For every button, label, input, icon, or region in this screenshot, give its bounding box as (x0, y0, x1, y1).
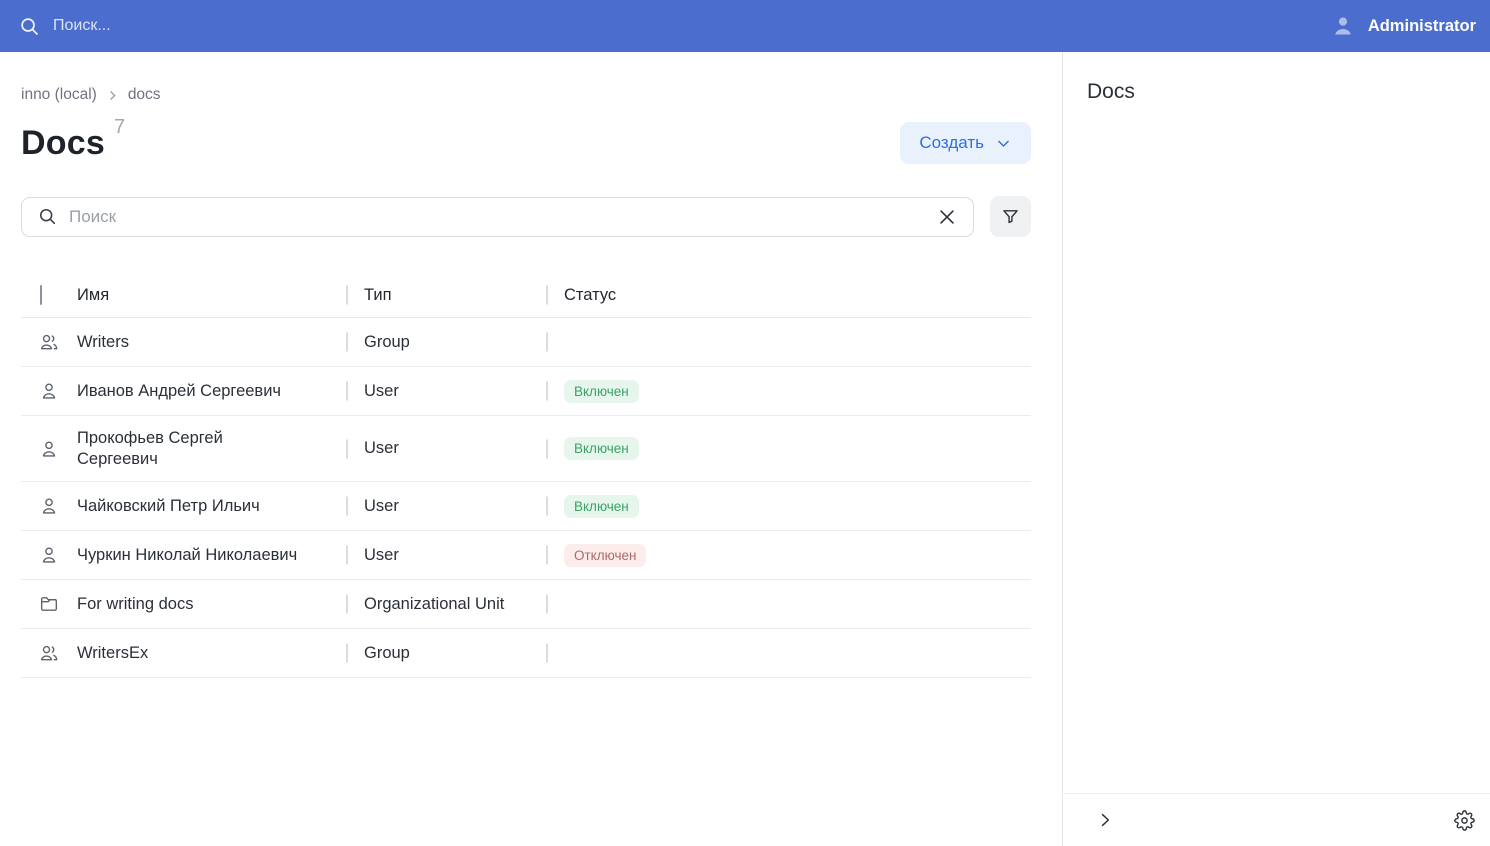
breadcrumb-current[interactable]: docs (128, 86, 161, 104)
search-icon (37, 206, 58, 227)
row-type: User (348, 382, 548, 401)
table-row[interactable]: Чайковский Петр Ильич User Включен (21, 482, 1031, 531)
table-row[interactable]: Иванов Андрей Сергеевич User Включен (21, 367, 1031, 416)
table-row[interactable]: For writing docs Organizational Unit (21, 580, 1031, 629)
user-icon (38, 495, 60, 517)
user-icon (38, 380, 60, 402)
item-count: 7 (114, 116, 125, 138)
filter-button[interactable] (990, 196, 1031, 237)
row-name: WritersEx (77, 631, 348, 676)
row-name: Чайковский Петр Ильич (77, 484, 348, 529)
row-name: For writing docs (77, 582, 348, 627)
table-row[interactable]: WritersEx Group (21, 629, 1031, 678)
global-search[interactable] (18, 15, 1331, 38)
topbar: Administrator (0, 0, 1490, 52)
status-badge: Включен (564, 495, 639, 518)
filter-funnel-icon (1000, 206, 1021, 227)
collapse-panel-button[interactable] (1093, 808, 1117, 832)
status-badge: Включен (564, 437, 639, 460)
chevron-right-icon (1095, 810, 1115, 830)
row-name: Writers (77, 320, 348, 365)
user-avatar-icon (1331, 14, 1355, 38)
column-header-name: Имя (77, 286, 348, 305)
row-type: User (348, 439, 548, 458)
search-icon (18, 15, 41, 38)
breadcrumb-root[interactable]: inno (local) (21, 86, 97, 104)
details-panel-title: Docs (1087, 80, 1466, 104)
gear-icon (1454, 810, 1475, 831)
row-type: User (348, 497, 548, 516)
select-all-checkbox[interactable] (40, 285, 42, 305)
create-button-label: Создать (919, 133, 984, 153)
row-type: Organizational Unit (348, 595, 548, 614)
table-search-input[interactable] (69, 207, 923, 227)
table-row[interactable]: Writers Group (21, 318, 1031, 367)
user-icon (38, 544, 60, 566)
global-search-input[interactable] (53, 17, 473, 35)
column-header-type: Тип (348, 286, 548, 305)
column-header-status: Статус (548, 286, 1031, 305)
details-panel: Docs (1063, 52, 1490, 846)
table-header: Имя Тип Статус (21, 273, 1031, 318)
group-icon (38, 331, 60, 353)
table-search[interactable] (21, 197, 974, 237)
table-row[interactable]: Чуркин Николай Николаевич User Отключен (21, 531, 1031, 580)
status-badge: Отключен (564, 544, 646, 567)
status-badge: Включен (564, 380, 639, 403)
details-panel-footer (1063, 793, 1490, 846)
user-menu[interactable]: Administrator (1331, 14, 1476, 38)
chevron-down-icon (995, 135, 1012, 152)
row-type: Group (348, 333, 548, 352)
row-name: Чуркин Николай Николаевич (77, 533, 348, 578)
group-icon (38, 642, 60, 664)
breadcrumb: inno (local) docs (21, 86, 1031, 104)
create-button[interactable]: Создать (900, 122, 1031, 164)
row-name: Прокофьев Сергей Сергеевич (77, 416, 252, 481)
settings-button[interactable] (1452, 808, 1477, 833)
breadcrumb-chevron-icon (106, 89, 119, 102)
close-icon (936, 206, 958, 228)
row-type: User (348, 546, 548, 565)
main-panel: inno (local) docs Docs7 Создать (0, 52, 1063, 846)
objects-table: Имя Тип Статус Writers Group (21, 273, 1031, 678)
row-type: Group (348, 644, 548, 663)
page-title: Docs7 (21, 124, 125, 163)
row-name: Иванов Андрей Сергеевич (77, 369, 348, 414)
clear-search-button[interactable] (934, 204, 960, 230)
user-icon (38, 438, 60, 460)
table-body: Writers Group Иванов Андрей Сергеевич Us… (21, 318, 1031, 678)
folder-icon (38, 593, 60, 615)
table-row[interactable]: Прокофьев Сергей Сергеевич User Включен (21, 416, 1031, 482)
user-name: Administrator (1368, 17, 1476, 36)
